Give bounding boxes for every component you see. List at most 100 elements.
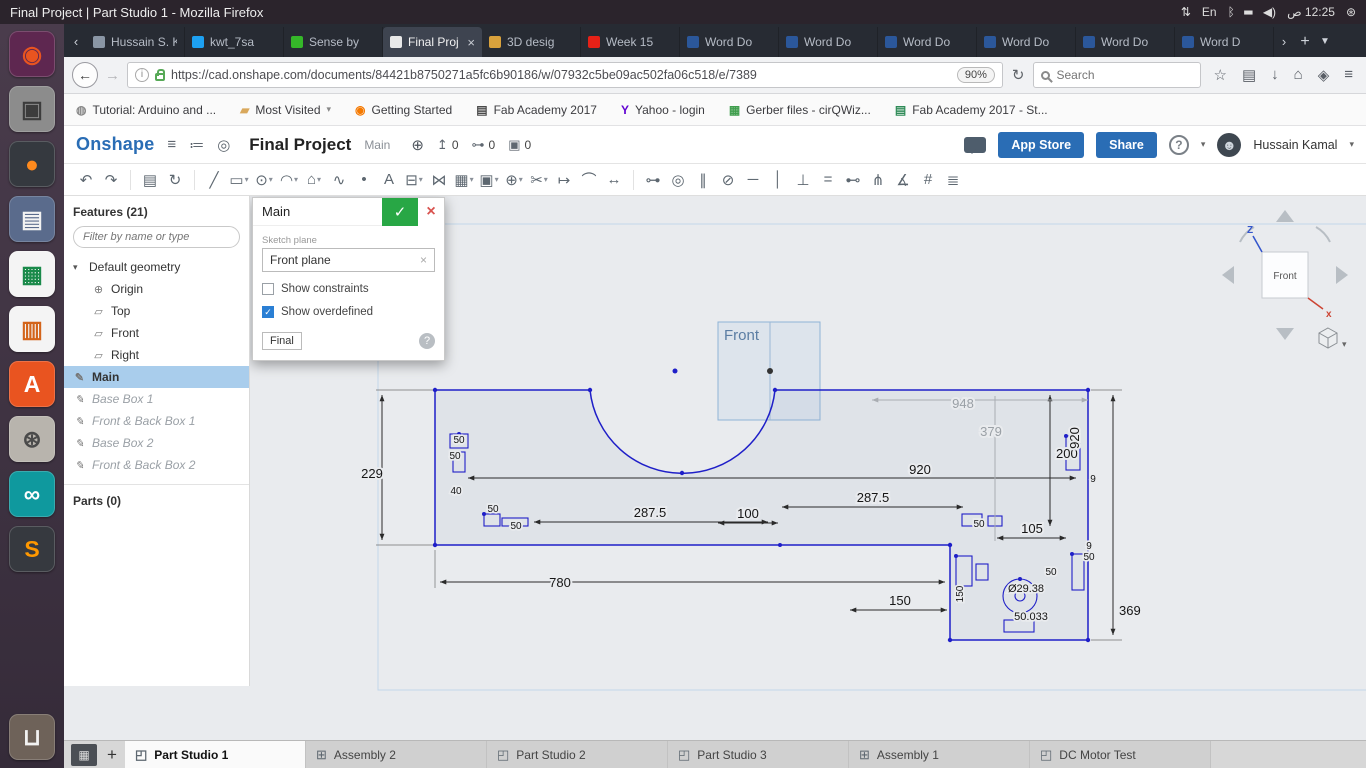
dimension-label[interactable]: 50 [448, 449, 463, 464]
user-caret-icon[interactable]: ▾ [1349, 139, 1354, 150]
search-bar[interactable] [1033, 62, 1202, 88]
bookmark-item[interactable]: ▦ Gerber files - cirQWiz... [729, 103, 871, 117]
launcher-arduino[interactable]: ∞ [9, 471, 55, 517]
feature-main-sketch-selected[interactable]: ✎ Main [64, 366, 249, 388]
dimension-label[interactable]: 9 [1088, 472, 1098, 487]
browser-tab[interactable]: Word Do [779, 27, 878, 57]
help-icon[interactable]: ? [1168, 134, 1189, 155]
rotate-left-arrow[interactable] [1222, 266, 1234, 284]
forward-button[interactable]: → [105, 67, 120, 84]
bookmark-item[interactable]: ◉ Getting Started [355, 103, 452, 117]
view-cube[interactable]: Front Z x ▾ [1210, 200, 1360, 355]
sketch-tool[interactable]: ▤ [138, 167, 162, 193]
back-button[interactable]: ← [72, 62, 98, 88]
dimension-label[interactable]: 50 [1044, 565, 1059, 580]
undo-tool[interactable]: ↶ [74, 167, 98, 193]
doc-tab-part-studio-2[interactable]: ◰ Part Studio 2 [487, 741, 668, 768]
sketch-plane-field[interactable]: Front plane × [262, 248, 435, 272]
show-overdefined-row[interactable]: Show overdefined [262, 306, 435, 318]
bookmark-item[interactable]: ◍ Tutorial: Arduino and ... [76, 103, 216, 117]
dimension-label[interactable]: 100 [735, 504, 761, 523]
links-count[interactable]: ⊶ 0 [472, 137, 496, 153]
manage-tabs-button[interactable]: ▦ [71, 744, 97, 766]
point-tool[interactable]: • [352, 167, 376, 193]
feature-filter[interactable] [73, 226, 240, 248]
zoom-level-badge[interactable]: 90% [956, 67, 995, 83]
launcher-files[interactable]: ▣ [9, 86, 55, 132]
offset-tool[interactable]: ▣ ▾ [477, 167, 501, 193]
dimension-label[interactable]: 105 [1019, 519, 1045, 538]
trim-tool[interactable]: ✂ ▾ [527, 167, 551, 193]
slot-tool[interactable]: ⊟ ▾ [402, 167, 426, 193]
downloads-icon[interactable]: ↓ [1271, 66, 1279, 84]
dimension-label[interactable]: 287.5 [632, 503, 669, 522]
graphics-area[interactable]: Front 229 780 920 287.5 287.5 100 105 15… [250, 196, 1366, 740]
history-icon[interactable]: ◎ [217, 136, 230, 154]
feature-group-default-geometry[interactable]: ▾ Default geometry [64, 256, 249, 278]
copies-count[interactable]: ▣ 0 [508, 137, 531, 153]
address-bar[interactable]: i 90% [127, 62, 1003, 88]
onshape-logo[interactable]: Onshape [76, 134, 154, 155]
launcher-firefox[interactable]: ● [9, 141, 55, 187]
browser-tab[interactable]: Word Do [680, 27, 779, 57]
dialog-help-icon[interactable]: ? [419, 333, 435, 349]
dimension-label[interactable]: 50 [509, 519, 524, 534]
mirror-tool[interactable]: ⋈ [427, 167, 451, 193]
tangent-constraint[interactable]: ⊘ [716, 167, 740, 193]
equal-constraint[interactable]: = [816, 167, 840, 193]
clock[interactable]: ص 12:25 [1287, 5, 1335, 19]
network-icon[interactable]: ⇅ [1181, 5, 1191, 19]
doc-tab-assembly-2[interactable]: ⊞ Assembly 2 [306, 741, 487, 768]
dimension-label-driven[interactable]: 948 [950, 394, 976, 413]
bluetooth-icon[interactable]: ᛒ [1228, 5, 1235, 19]
chevron-down-icon[interactable]: ▾ [73, 262, 83, 273]
document-menu-icon[interactable]: ≡ [167, 136, 176, 153]
plane-origin-point[interactable] [767, 368, 773, 374]
pierce-constraint[interactable]: # [916, 167, 940, 193]
dimension-label[interactable]: 50.033 [1012, 609, 1049, 625]
midpoint-constraint[interactable]: ⊷ [841, 167, 865, 193]
dimension-label[interactable]: 9 [1084, 539, 1094, 554]
dimension-label[interactable]: 920 [907, 460, 933, 479]
tab-list-icon[interactable]: ▼ [1316, 27, 1334, 57]
launcher-libreoffice-calc[interactable]: ▦ [9, 251, 55, 297]
dimension-label[interactable]: 150 [887, 591, 913, 610]
horizontal-constraint[interactable]: ─ [741, 167, 765, 193]
dimension-label[interactable]: 40 [449, 484, 464, 499]
polygon-tool[interactable]: ⌂ ▾ [302, 167, 326, 193]
roll-cw-arrow[interactable] [1315, 226, 1331, 243]
feature-suppressed[interactable]: ✎ Base Box 2 [64, 432, 249, 454]
url-input[interactable] [171, 68, 951, 82]
doc-tab-dc-motor-test[interactable]: ◰ DC Motor Test [1030, 741, 1211, 768]
feature-suppressed[interactable]: ✎ Front & Back Box 2 [64, 454, 249, 476]
share-button[interactable]: Share [1096, 131, 1157, 158]
browser-tab[interactable]: Word Do [977, 27, 1076, 57]
bookmark-folder[interactable]: ▰ Most Visited ▾ [240, 103, 331, 117]
launcher-system-settings[interactable]: ⊛ [9, 416, 55, 462]
feature-front-plane[interactable]: ▱ Front [64, 322, 249, 344]
dimension-label[interactable]: 920 [1065, 425, 1084, 451]
vertical-constraint[interactable]: │ [766, 167, 790, 193]
tab-scroll-right-icon[interactable]: › [1274, 27, 1294, 57]
circle-tool[interactable]: ⊙ ▾ [252, 167, 276, 193]
star-icon[interactable]: ☆ [1213, 66, 1226, 84]
rotate-down-arrow[interactable] [1276, 328, 1294, 340]
rotate-up-arrow[interactable] [1276, 210, 1294, 222]
pocket-icon[interactable]: ◈ [1318, 66, 1330, 84]
angle-constraint[interactable]: ∡ [891, 167, 915, 193]
show-constraints-checkbox[interactable] [262, 283, 274, 295]
feature-right-plane[interactable]: ▱ Right [64, 344, 249, 366]
dimension-label[interactable]: Ø29.38 [1006, 581, 1046, 597]
normal-constraint[interactable]: ⋔ [866, 167, 890, 193]
dimension-label[interactable]: 50 [452, 433, 467, 448]
avatar[interactable]: ☻ [1217, 132, 1242, 157]
rectangle-tool[interactable]: ▭ ▾ [227, 167, 251, 193]
fillet-tool[interactable]: ⌒ [577, 167, 601, 193]
app-store-button[interactable]: App Store [998, 131, 1085, 158]
feature-origin[interactable]: ⊕ Origin [64, 278, 249, 300]
feature-suppressed[interactable]: ✎ Base Box 1 [64, 388, 249, 410]
accept-button[interactable]: ✓ [382, 197, 418, 226]
dimension-label-driven[interactable]: 379 [978, 422, 1004, 441]
launcher-sublime[interactable]: S [9, 526, 55, 572]
perpendicular-constraint[interactable]: ⊥ [791, 167, 815, 193]
